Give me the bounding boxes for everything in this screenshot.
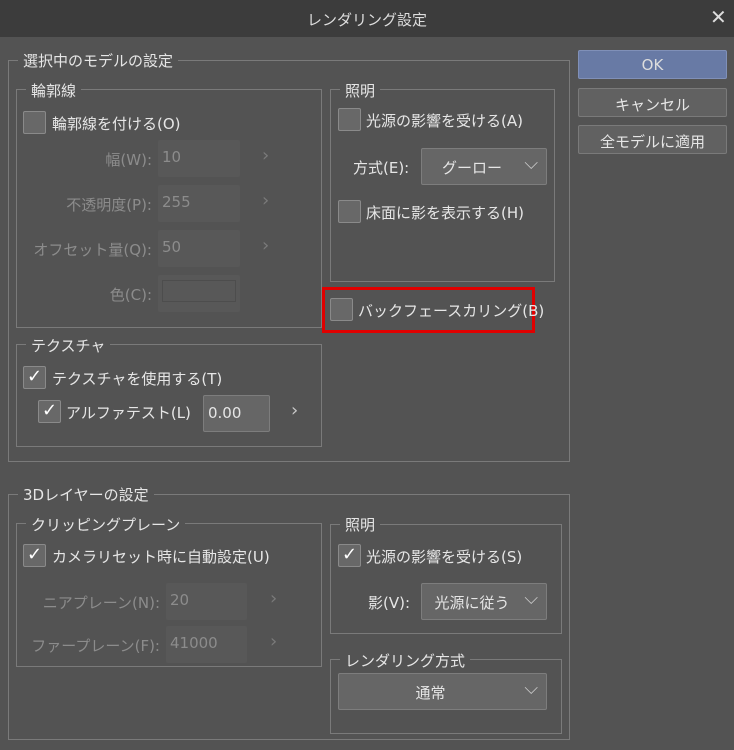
chevron-down-icon: ⌵ — [524, 153, 538, 174]
near-input[interactable]: 20 — [166, 583, 247, 620]
chevron-right-icon[interactable]: › — [270, 631, 277, 652]
far-input[interactable]: 41000 — [166, 626, 247, 663]
opacity-label: 不透明度(P): — [66, 196, 152, 214]
shadow-value: 光源に従う — [434, 594, 510, 612]
chevron-right-icon[interactable]: › — [262, 235, 269, 256]
chevron-down-icon: ⌵ — [524, 588, 538, 609]
lighting-title: 照明 — [340, 80, 381, 101]
light-affect-checkbox[interactable] — [338, 108, 361, 131]
width-label: 幅(W): — [105, 151, 152, 169]
use-texture-checkbox[interactable]: ✓ — [23, 366, 46, 389]
alpha-test-label: アルファテスト(L) — [66, 404, 191, 422]
floor-shadow-checkbox[interactable] — [338, 200, 361, 223]
texture-group — [16, 344, 322, 447]
layer-light-affect-label: 光源の影響を受ける(S) — [366, 548, 523, 566]
layer-settings-title: 3Dレイヤーの設定 — [18, 484, 154, 505]
chevron-right-icon[interactable]: › — [262, 145, 269, 166]
close-icon[interactable]: ✕ — [710, 5, 727, 29]
layer-light-affect-checkbox[interactable]: ✓ — [338, 544, 361, 567]
color-swatch[interactable] — [158, 275, 240, 312]
method-select[interactable]: グーロー ⌵ — [421, 148, 547, 185]
render-method-title: レンダリング方式 — [340, 650, 471, 671]
layer-lighting-title: 照明 — [340, 514, 381, 535]
near-label: ニアプレーン(N): — [42, 594, 160, 612]
outline-label: 輪郭線を付ける(O) — [52, 115, 181, 133]
outline-title: 輪郭線 — [26, 80, 82, 101]
backface-culling-checkbox[interactable] — [330, 298, 353, 321]
width-input[interactable]: 10 — [158, 140, 240, 177]
alpha-test-checkbox[interactable]: ✓ — [38, 400, 61, 423]
clipping-title: クリッピングプレーン — [26, 514, 186, 535]
window-title: レンダリング設定 — [306, 11, 427, 29]
outline-checkbox[interactable] — [23, 111, 46, 134]
color-label: 色(C): — [109, 286, 152, 304]
ok-button[interactable]: OK — [578, 50, 727, 79]
backface-culling-label: バックフェースカリング(B) — [358, 302, 545, 320]
far-label: ファープレーン(F): — [31, 637, 160, 655]
auto-clip-checkbox[interactable]: ✓ — [23, 544, 46, 567]
shadow-label: 影(V): — [368, 594, 411, 612]
offset-label: オフセット量(Q): — [33, 241, 152, 259]
method-label: 方式(E): — [353, 159, 410, 177]
model-settings-title: 選択中のモデルの設定 — [18, 50, 179, 71]
cancel-button[interactable]: キャンセル — [578, 88, 727, 117]
chevron-right-icon[interactable]: › — [262, 190, 269, 211]
offset-input[interactable]: 50 — [158, 230, 240, 267]
alpha-test-input[interactable]: 0.00 — [203, 395, 270, 432]
chevron-down-icon: ⌵ — [524, 678, 538, 699]
texture-title: テクスチャ — [26, 335, 111, 356]
render-method-value: 通常 — [415, 684, 446, 702]
shadow-select[interactable]: 光源に従う ⌵ — [421, 583, 547, 620]
apply-all-button[interactable]: 全モデルに適用 — [578, 125, 727, 154]
auto-clip-label: カメラリセット時に自動設定(U) — [52, 548, 270, 566]
opacity-input[interactable]: 255 — [158, 185, 240, 222]
light-affect-label: 光源の影響を受ける(A) — [366, 112, 523, 130]
floor-shadow-label: 床面に影を表示する(H) — [366, 204, 524, 222]
method-value: グーロー — [441, 159, 502, 177]
use-texture-label: テクスチャを使用する(T) — [52, 370, 223, 388]
chevron-right-icon[interactable]: › — [270, 588, 277, 609]
render-method-select[interactable]: 通常 ⌵ — [338, 673, 547, 710]
chevron-right-icon[interactable]: › — [291, 400, 298, 421]
